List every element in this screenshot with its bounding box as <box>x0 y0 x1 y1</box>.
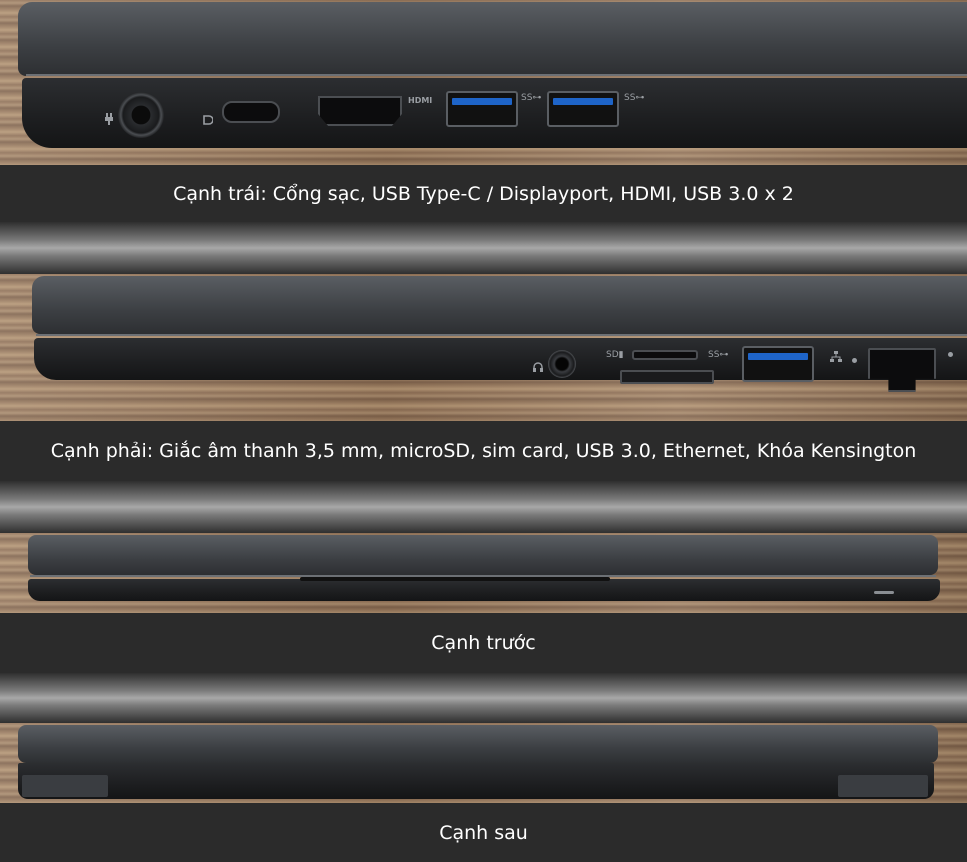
caption-front: Cạnh trước <box>0 613 967 673</box>
ss-label-2: SS⊶ <box>624 93 645 103</box>
audio-jack <box>548 350 576 378</box>
laptop-front-edge <box>0 533 967 613</box>
displayport-icon <box>203 110 214 125</box>
microsd-slot <box>632 350 698 360</box>
ss-label-3: SS⊶ <box>708 350 729 360</box>
usb-a-port-2 <box>547 91 619 127</box>
indicator-dot-1 <box>852 358 857 363</box>
panel-right-side: SD▮ SS⊶ Cạnh phải: Giắc âm thanh 3,5 mm,… <box>0 274 967 481</box>
laptop-right-edge <box>0 274 967 421</box>
panel-back: Cạnh sau <box>0 723 967 862</box>
photo-left-side: HDMI SS⊶ SS⊶ <box>0 0 967 165</box>
hdmi-label: HDMI <box>408 96 433 105</box>
laptop-edges-page: HDMI SS⊶ SS⊶ Cạnh trái: Cổng sạc, USB Ty… <box>0 0 967 862</box>
sd-label: SD▮ <box>606 350 624 360</box>
usb-a-port-3 <box>742 346 814 382</box>
laptop-left-edge <box>0 0 967 165</box>
ethernet-icon <box>830 348 842 362</box>
ss-label-1: SS⊶ <box>521 93 542 103</box>
laptop-back-edge <box>0 723 967 803</box>
hdmi-port <box>318 96 402 126</box>
photo-back <box>0 723 967 803</box>
panel-front: Cạnh trước <box>0 533 967 673</box>
usb-a-port-1 <box>446 91 518 127</box>
separator-2 <box>0 481 967 533</box>
photo-front <box>0 533 967 613</box>
usb-c-port <box>222 101 280 123</box>
power-icon <box>104 110 114 125</box>
sim-card-slot <box>620 370 714 384</box>
photo-right-side: SD▮ SS⊶ <box>0 274 967 421</box>
headphone-icon <box>532 358 544 372</box>
dc-power-port <box>118 92 164 138</box>
kensington-lock-icon <box>948 352 953 357</box>
caption-back: Cạnh sau <box>0 803 967 862</box>
caption-left-side: Cạnh trái: Cổng sạc, USB Type-C / Displa… <box>0 165 967 222</box>
separator-3 <box>0 673 967 723</box>
caption-right-side: Cạnh phải: Giắc âm thanh 3,5 mm, microSD… <box>0 421 967 481</box>
panel-left-side: HDMI SS⊶ SS⊶ Cạnh trái: Cổng sạc, USB Ty… <box>0 0 967 222</box>
separator-1 <box>0 222 967 274</box>
